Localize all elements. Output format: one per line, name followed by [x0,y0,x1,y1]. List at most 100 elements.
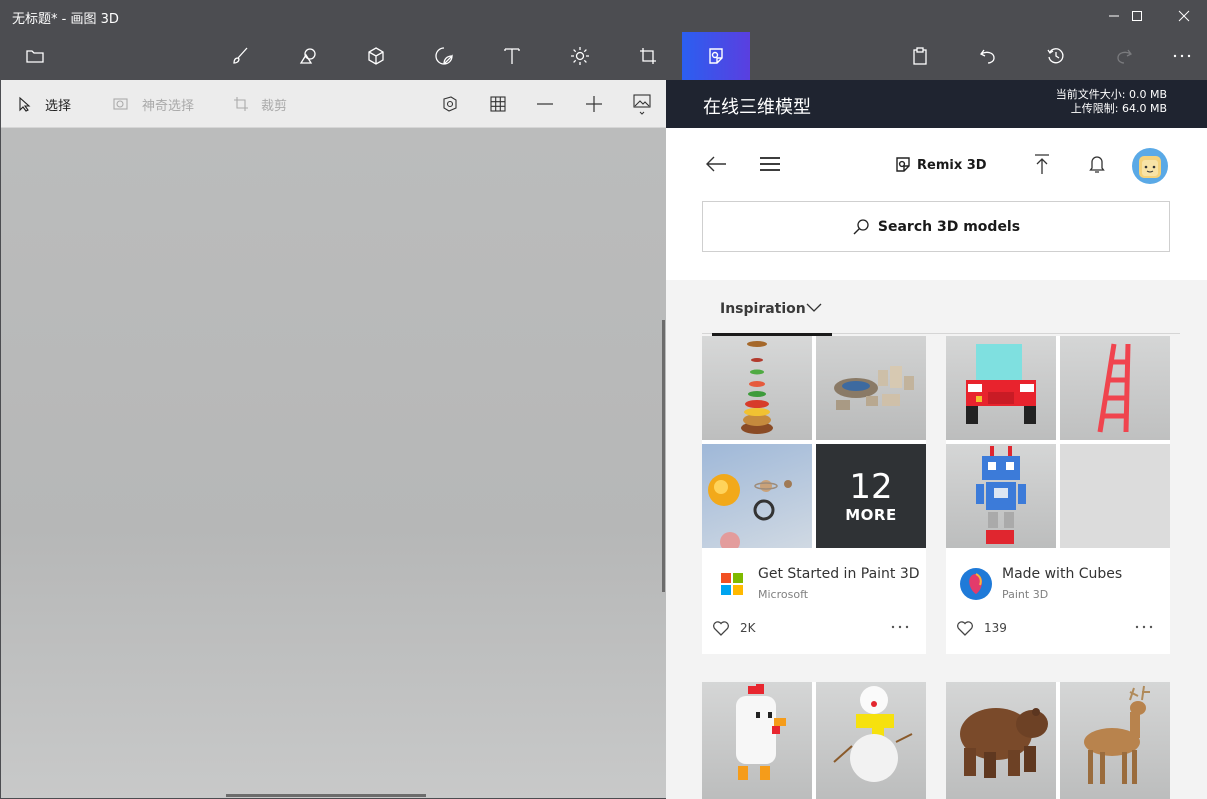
card-title[interactable]: Made with Cubes [1002,566,1122,582]
more-label: MORE [845,506,897,524]
3d-shapes-tool-button[interactable] [342,32,410,80]
chicken-model-image [736,684,786,780]
menu-button[interactable] [1,32,69,80]
canvas-subtoolbar: 选择 神奇选择 裁剪 [1,80,666,128]
like-count: 139 [984,621,1007,635]
thumb-truck[interactable] [946,336,1056,440]
main-toolbar [0,32,1207,80]
crop-tool-label: 裁剪 [261,98,288,114]
brush-icon [233,47,248,64]
collection-card-animals[interactable] [946,682,1170,799]
stickers-tool-button[interactable] [410,32,478,80]
back-button[interactable] [704,152,728,176]
grid-icon [490,96,506,112]
snowman-model-image [833,686,913,782]
vertical-scrollbar[interactable] [662,320,665,592]
text-tool-button[interactable] [478,32,546,80]
thumb-planets[interactable] [702,444,812,548]
card-more-button[interactable] [890,620,910,634]
user-avatar[interactable] [1132,148,1168,184]
file-info: 当前文件大小: 0.0 MB 上传限制: 64.0 MB [1056,88,1167,116]
heart-icon [713,621,729,636]
canvas-icon [640,48,656,64]
back-arrow-icon [706,156,726,172]
canvas-tool-button[interactable] [614,32,682,80]
thumb-robot[interactable] [946,444,1056,548]
file-size-label: 当前文件大小: 0.0 MB [1055,88,1167,101]
crop-tool[interactable]: 裁剪 [233,80,287,128]
zoom-out-icon [537,103,553,105]
undo-button[interactable] [954,32,1022,80]
heart-icon [957,621,973,636]
card-title[interactable]: Get Started in Paint 3D [758,566,920,582]
collection-card-get-started[interactable]: 12 MORE Get Started in Paint 3D Microsof… [702,336,926,654]
paint3d-logo [960,568,992,600]
thumb-snowman[interactable] [816,682,926,799]
bear-model-image [960,708,1048,778]
more-models-tile[interactable]: 12 MORE [816,444,926,548]
history-button[interactable] [1022,32,1090,80]
drawing-canvas[interactable] [1,128,666,798]
effects-tool-button[interactable] [546,32,614,80]
thumb-empty[interactable] [1060,444,1170,548]
hamburger-menu-button[interactable] [758,152,782,176]
tab-inspiration[interactable]: Inspiration [712,298,832,336]
panel-title: 在线三维模型 [703,97,811,118]
collection-card-made-with-cubes[interactable]: Made with Cubes Paint 3D 139 [946,336,1170,654]
more-icon [891,625,909,629]
category-tabs: Inspiration [702,298,1180,336]
thumb-ladder[interactable] [1060,336,1170,440]
search-models-input[interactable]: Search 3D models [702,201,1170,252]
stickers-icon [435,47,453,65]
thumb-burger[interactable] [702,336,812,440]
2d-shapes-tool-button[interactable] [274,32,342,80]
select-tool-label: 选择 [45,98,72,114]
card-author[interactable]: Microsoft [758,588,808,601]
image-view-button[interactable] [630,92,654,116]
notifications-button[interactable] [1085,152,1109,176]
close-button[interactable] [1161,0,1207,32]
title-bar: 无标题* - 画图 3D [0,0,1207,32]
upload-button[interactable] [1030,152,1054,176]
3d-shapes-icon [368,47,384,65]
like-button[interactable]: 139 [956,620,1007,636]
magic-select-tool[interactable]: 神奇选择 [112,80,194,128]
remix3d-brand[interactable]: Remix 3D [894,154,987,176]
close-icon [1178,10,1190,22]
zoom-in-icon [586,96,602,112]
brushes-tool-button[interactable] [206,32,274,80]
maximize-button[interactable] [1114,0,1160,32]
redo-icon [1117,49,1132,64]
thumb-bear[interactable] [946,682,1056,799]
text-icon [504,48,520,64]
zoom-in-button[interactable] [582,92,606,116]
remix3d-tool-button[interactable] [682,32,750,80]
search-icon [853,218,869,234]
thumb-city[interactable] [816,336,926,440]
toast-avatar-icon [1139,156,1161,178]
deer-model-image [1084,685,1150,784]
more-options-button[interactable] [1148,32,1207,80]
3d-view-button[interactable] [438,92,462,116]
panel-header: 在线三维模型 当前文件大小: 0.0 MB 上传限制: 64.0 MB [666,80,1207,128]
microsoft-logo-icon [721,573,743,595]
thumb-deer[interactable] [1060,682,1170,799]
paint3d-logo-icon [960,568,992,600]
grid-button[interactable] [486,92,510,116]
chevron-down-icon [806,303,822,312]
brand-label: Remix 3D [917,157,987,173]
thumb-chicken[interactable] [702,682,812,799]
card-author[interactable]: Paint 3D [1002,588,1048,601]
horizontal-scrollbar[interactable] [226,794,426,797]
select-icon [19,96,31,112]
ladder-model-image [1097,343,1131,433]
like-button[interactable]: 2K [712,620,756,636]
collection-card-characters[interactable] [702,682,926,799]
paste-button[interactable] [886,32,954,80]
select-tool[interactable]: 选择 [17,80,71,128]
remix3d-logo-icon [896,157,910,172]
card-more-button[interactable] [1134,620,1154,634]
zoom-out-button[interactable] [533,92,557,116]
like-count: 2K [740,621,756,635]
burger-model-image [741,341,773,434]
